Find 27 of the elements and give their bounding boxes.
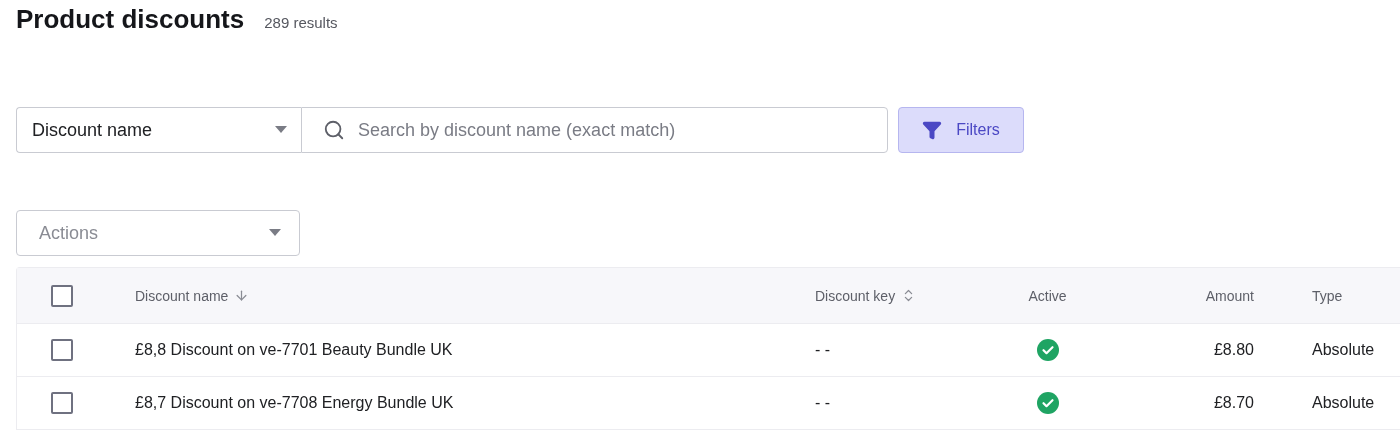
discount-type: Absolute [1312, 394, 1375, 412]
discount-type: Absolute [1312, 341, 1375, 359]
search-icon [323, 119, 345, 141]
field-select[interactable]: Discount name [16, 107, 301, 153]
column-header: Amount [1205, 287, 1254, 304]
discount-name: £8,8 Discount on ve-7701 Beauty Bundle UK [135, 341, 453, 359]
result-count: 289 results [264, 14, 338, 31]
discount-key: - - [815, 341, 831, 359]
caret-icon [275, 126, 287, 134]
caret-icon [269, 229, 281, 237]
column-header[interactable]: Discount key [815, 287, 917, 304]
filters-button[interactable]: Filters [898, 107, 1024, 153]
filter-icon [922, 120, 943, 140]
search-field[interactable]: Search by discount name (exact match) [301, 107, 888, 153]
discount-key: - - [815, 394, 831, 412]
checkbox[interactable] [51, 392, 73, 414]
checkbox[interactable] [51, 339, 73, 361]
column-header: Active [1028, 287, 1067, 304]
checkbox[interactable] [51, 284, 73, 307]
column-header: Type [1312, 287, 1343, 304]
page-title: Product discounts [16, 4, 245, 35]
column-header[interactable]: Discount name [135, 287, 250, 304]
sort-descending-icon[interactable] [234, 288, 250, 303]
amount: £8.80 [1213, 341, 1254, 359]
discount-name: £8,7 Discount on ve-7708 Energy Bundle UK [135, 394, 454, 412]
actions-select[interactable]: Actions [16, 210, 300, 256]
amount: £8.70 [1213, 394, 1254, 412]
